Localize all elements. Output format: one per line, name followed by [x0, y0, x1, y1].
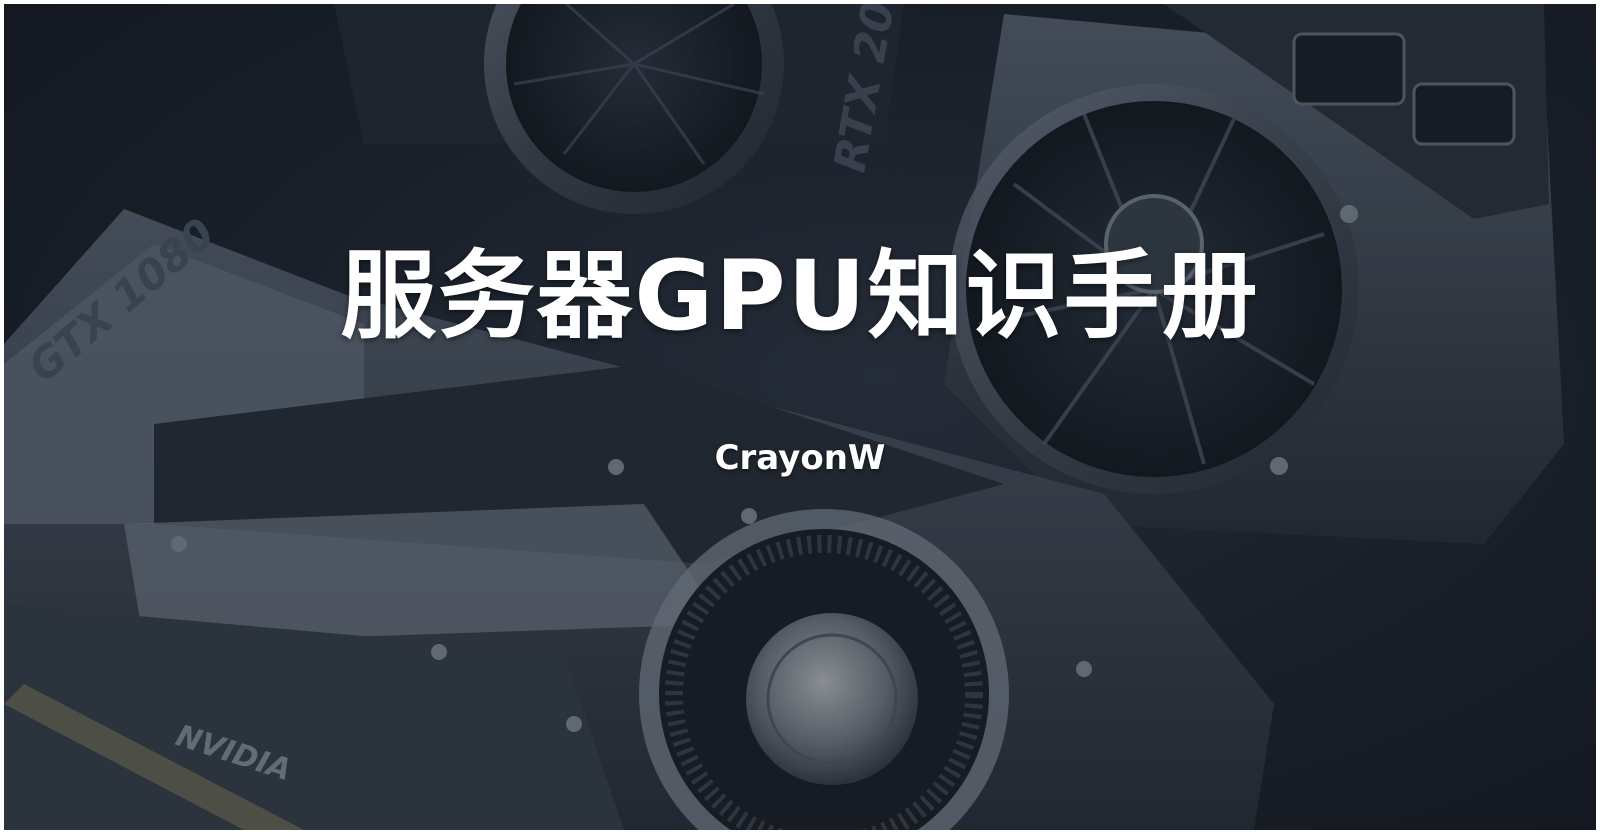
author-name: CrayonW — [714, 438, 886, 478]
dark-overlay — [4, 4, 1596, 830]
page-title: 服务器GPU知识手册 — [340, 240, 1260, 352]
cover-banner: RTX 2080 GTX 1080 NVIDIA 服务器GPU知识手册 Cray… — [4, 4, 1596, 830]
page-frame: RTX 2080 GTX 1080 NVIDIA 服务器GPU知识手册 Cray… — [0, 0, 1600, 840]
